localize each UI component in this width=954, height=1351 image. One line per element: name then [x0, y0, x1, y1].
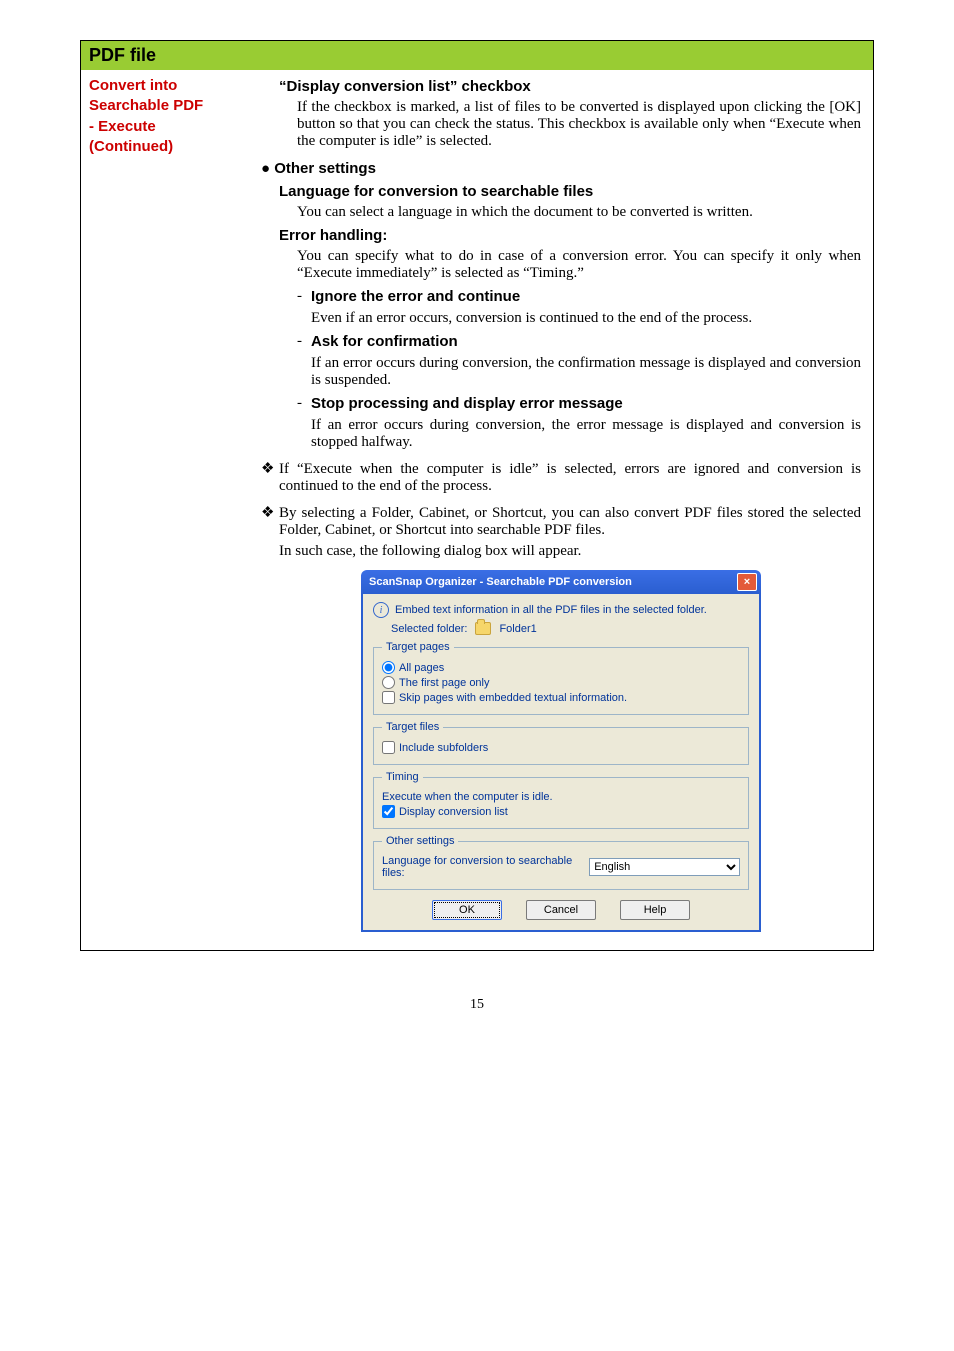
- checkbox-skip-pages-label: Skip pages with embedded textual informa…: [399, 692, 627, 704]
- dash-body-ask: If an error occurs during conversion, th…: [311, 355, 861, 389]
- heading-error-handling: Error handling:: [279, 227, 861, 244]
- checkbox-display-conversion-list[interactable]: [382, 805, 395, 818]
- legend-target-files: Target files: [382, 721, 443, 733]
- note-folder-convert-cont: In such case, the following dialog box w…: [279, 543, 861, 560]
- heading-other-settings: ● Other settings: [261, 160, 861, 177]
- checkbox-include-subfolders[interactable]: [382, 741, 395, 754]
- dialog-info-row: i Embed text information in all the PDF …: [373, 602, 749, 618]
- dash-icon: -: [297, 333, 311, 350]
- legend-timing: Timing: [382, 771, 423, 783]
- dash-heading-ask: Ask for confirmation: [311, 333, 458, 350]
- folder-icon: [475, 622, 491, 635]
- pdf-file-section-table: PDF file Convert into Searchable PDF - E…: [80, 40, 874, 951]
- page-number: 15: [80, 997, 874, 1013]
- fieldset-target-pages: Target pages All pages The first page on…: [373, 641, 749, 715]
- timing-text: Execute when the computer is idle.: [382, 791, 553, 803]
- left-column: Convert into Searchable PDF - Execute (C…: [81, 70, 257, 950]
- section-header: PDF file: [81, 41, 873, 70]
- dialog-title: ScanSnap Organizer - Searchable PDF conv…: [369, 576, 632, 588]
- radio-all-pages-label: All pages: [399, 662, 444, 674]
- close-icon[interactable]: ×: [737, 573, 757, 591]
- dialog-button-row: OK Cancel Help: [373, 900, 749, 920]
- dialog-titlebar: ScanSnap Organizer - Searchable PDF conv…: [361, 570, 761, 594]
- radio-first-page-label: The first page only: [399, 677, 490, 689]
- diamond-icon: ❖: [261, 503, 279, 522]
- radio-all-pages[interactable]: [382, 661, 395, 674]
- dash-item-ask: -Ask for confirmation: [297, 333, 861, 351]
- checkbox-include-subfolders-label: Include subfolders: [399, 742, 488, 754]
- dash-body-ignore: Even if an error occurs, conversion is c…: [311, 310, 861, 327]
- dash-item-ignore: -Ignore the error and continue: [297, 288, 861, 306]
- language-select[interactable]: English: [589, 858, 740, 876]
- selected-folder-row: Selected folder: Folder1: [391, 622, 749, 635]
- para-display-conversion-checkbox: If the checkbox is marked, a list of fil…: [297, 99, 861, 150]
- para-language: You can select a language in which the d…: [297, 204, 861, 221]
- diamond-icon: ❖: [261, 459, 279, 478]
- ok-button[interactable]: OK: [432, 900, 502, 920]
- heading-language: Language for conversion to searchable fi…: [279, 183, 861, 200]
- dialog-body: i Embed text information in all the PDF …: [361, 594, 761, 932]
- left-line1: Convert into: [89, 76, 249, 96]
- dash-icon: -: [297, 288, 311, 305]
- heading-display-conversion-checkbox: “Display conversion list” checkbox: [279, 78, 861, 95]
- legend-target-pages: Target pages: [382, 641, 454, 653]
- checkbox-display-conversion-list-label: Display conversion list: [399, 806, 508, 818]
- fieldset-target-files: Target files Include subfolders: [373, 721, 749, 765]
- dash-icon: -: [297, 395, 311, 412]
- checkbox-skip-pages[interactable]: [382, 691, 395, 704]
- dash-heading-stop: Stop processing and display error messag…: [311, 395, 623, 412]
- right-column: “Display conversion list” checkbox If th…: [257, 70, 873, 950]
- selected-folder-value: Folder1: [499, 623, 536, 635]
- legend-other-settings: Other settings: [382, 835, 458, 847]
- searchable-pdf-dialog: ScanSnap Organizer - Searchable PDF conv…: [361, 570, 761, 932]
- left-line4: (Continued): [89, 137, 249, 157]
- fieldset-timing: Timing Execute when the computer is idle…: [373, 771, 749, 829]
- info-icon: i: [373, 602, 389, 618]
- selected-folder-label: Selected folder:: [391, 623, 467, 635]
- dash-heading-ignore: Ignore the error and continue: [311, 288, 520, 305]
- para-error-handling: You can specify what to do in case of a …: [297, 248, 861, 282]
- note-folder-convert: ❖By selecting a Folder, Cabinet, or Shor…: [261, 503, 861, 539]
- radio-first-page[interactable]: [382, 676, 395, 689]
- language-label: Language for conversion to searchable fi…: [382, 855, 573, 879]
- dash-body-stop: If an error occurs during conversion, th…: [311, 417, 861, 451]
- fieldset-other-settings: Other settings Language for conversion t…: [373, 835, 749, 890]
- left-line2: Searchable PDF: [89, 96, 249, 116]
- note-idle-ignored: ❖If “Execute when the computer is idle” …: [261, 459, 861, 495]
- dash-item-stop: -Stop processing and display error messa…: [297, 395, 861, 413]
- cancel-button[interactable]: Cancel: [526, 900, 596, 920]
- dialog-info-text: Embed text information in all the PDF fi…: [395, 604, 707, 616]
- left-line3: - Execute: [89, 117, 249, 137]
- help-button[interactable]: Help: [620, 900, 690, 920]
